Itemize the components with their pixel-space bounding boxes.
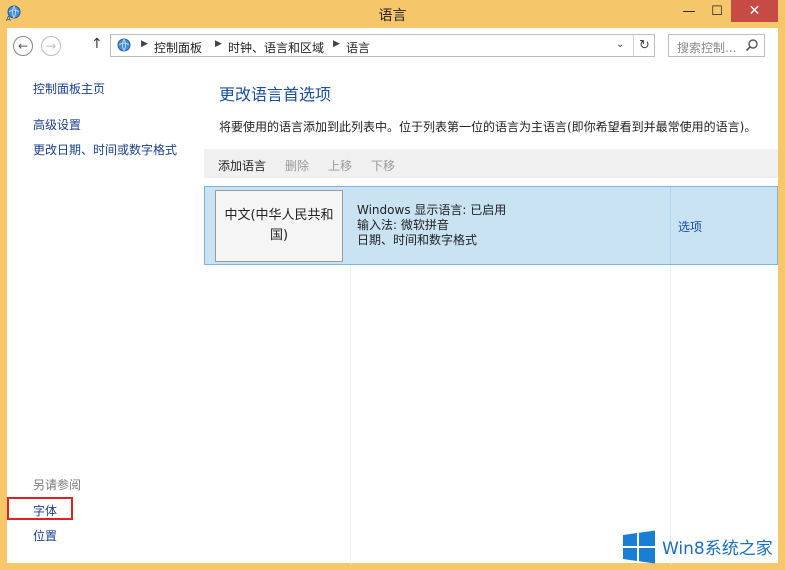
language-tile[interactable]: 中文(中华人民共和国): [215, 190, 343, 262]
column-divider: [350, 264, 351, 564]
search-icon[interactable]: [745, 38, 759, 52]
move-up-button[interactable]: 上移: [328, 157, 352, 174]
back-button[interactable]: ←: [13, 36, 33, 56]
page-title: 更改语言首选项: [219, 85, 332, 104]
see-also-heading: 另请参阅: [33, 478, 82, 492]
watermark-text: Win8系统之家: [662, 539, 773, 559]
language-details: Windows 显示语言: 已启用 输入法: 微软拼音 日期、时间和数字格式: [357, 203, 506, 248]
add-language-button[interactable]: 添加语言: [218, 157, 266, 174]
language-input-method: 输入法: 微软拼音: [357, 218, 449, 232]
maximize-button[interactable]: ☐: [704, 0, 730, 22]
navigation-bar: ← → ↑ ▶ 控制面板 ▶ 时钟、语言和区域 ▶ 语言 ⌄ ↻ 搜索控制...: [7, 28, 778, 62]
address-bar[interactable]: ▶ 控制面板 ▶ 时钟、语言和区域 ▶ 语言 ⌄ ↻: [110, 34, 655, 57]
minimize-button[interactable]: —: [676, 0, 702, 22]
refresh-button[interactable]: ↻: [633, 35, 655, 56]
close-button[interactable]: ✕: [731, 0, 778, 22]
window-title: 语言: [378, 8, 407, 24]
language-options-link[interactable]: 选项: [678, 218, 702, 235]
sidebar-link-advanced-settings[interactable]: 高级设置: [33, 116, 81, 133]
forward-button[interactable]: →: [41, 36, 61, 56]
breadcrumb-language[interactable]: 语言: [346, 39, 370, 56]
language-format: 日期、时间和数字格式: [357, 233, 478, 247]
column-divider: [670, 264, 671, 564]
up-button[interactable]: ↑: [91, 36, 103, 52]
remove-language-button[interactable]: 删除: [285, 157, 309, 174]
breadcrumb-separator-icon[interactable]: ▶: [215, 39, 222, 49]
breadcrumb-separator-icon[interactable]: ▶: [141, 39, 148, 49]
sidebar-link-fonts[interactable]: 字体: [33, 502, 57, 519]
window-frame: A 语言 — ☐ ✕ ← → ↑ ▶ 控制面板 ▶ 时钟、语言和区域 ▶ 语言 …: [0, 0, 785, 570]
breadcrumb-clock-language-region[interactable]: 时钟、语言和区域: [228, 39, 324, 56]
move-down-button[interactable]: 下移: [371, 157, 395, 174]
breadcrumb-separator-icon[interactable]: ▶: [333, 39, 340, 49]
chevron-down-icon[interactable]: ⌄: [616, 39, 624, 50]
sidebar-link-location[interactable]: 位置: [33, 527, 57, 544]
sidebar-link-change-date-time-format[interactable]: 更改日期、时间或数字格式: [33, 141, 177, 158]
column-divider: [670, 187, 671, 264]
breadcrumb-control-panel[interactable]: 控制面板: [154, 39, 202, 56]
language-globe-icon: [117, 38, 131, 52]
search-input[interactable]: 搜索控制...: [668, 34, 765, 57]
sidebar-link-control-panel-home[interactable]: 控制面板主页: [33, 80, 105, 97]
page-description: 将要使用的语言添加到此列表中。位于列表第一位的语言为主语言(即你希望看到并最常使…: [219, 120, 757, 134]
language-display-status: Windows 显示语言: 已启用: [357, 203, 507, 217]
watermark: Win8系统之家: [620, 528, 785, 566]
window-client-area: ← → ↑ ▶ 控制面板 ▶ 时钟、语言和区域 ▶ 语言 ⌄ ↻ 搜索控制...: [7, 28, 778, 564]
windows-logo-icon: [623, 530, 655, 564]
search-placeholder: 搜索控制...: [677, 41, 737, 55]
title-bar[interactable]: A 语言 — ☐ ✕: [0, 0, 785, 28]
language-toolbar: 添加语言 删除 上移 下移: [204, 149, 778, 178]
language-list-item[interactable]: 中文(中华人民共和国) Windows 显示语言: 已启用 输入法: 微软拼音 …: [204, 186, 778, 265]
